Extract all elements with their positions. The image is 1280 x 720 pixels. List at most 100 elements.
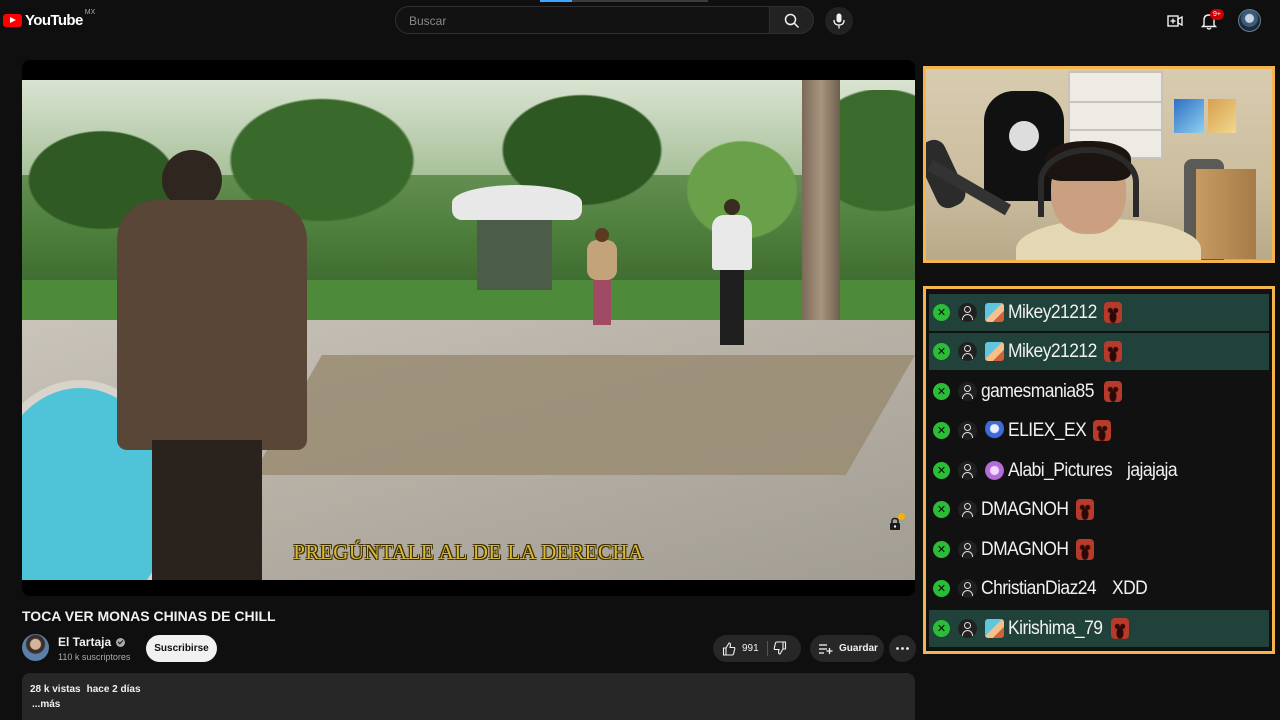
chat-overlay: ✕ Mikey21212 ✕ Mikey21212 ✕ gamesmania85… (923, 286, 1275, 654)
voice-search-button[interactable] (825, 7, 853, 35)
person-icon (958, 619, 977, 638)
like-count: 991 (742, 643, 759, 654)
person-icon (958, 342, 977, 361)
xbox-icon: ✕ (933, 383, 950, 400)
emote-icon (1104, 302, 1123, 323)
chat-message: ✕ DMAGNOH (929, 491, 1269, 528)
anime-avatar-icon (985, 303, 1004, 322)
subscribe-button[interactable]: Suscribirse (146, 635, 217, 662)
xbox-icon: ✕ (933, 620, 950, 637)
notification-count-badge: 9+ (1210, 9, 1224, 20)
xbox-icon: ✕ (933, 580, 950, 597)
description-more-link[interactable]: ...más (32, 699, 60, 710)
search-button[interactable] (770, 6, 814, 34)
search-icon (784, 13, 800, 29)
person-icon (958, 500, 977, 519)
search-input[interactable] (407, 13, 751, 29)
chat-message: ✕ Alabi_Pictures jajajaja (929, 452, 1269, 489)
chat-message: ✕ Kirishima_79 (929, 610, 1269, 647)
person-icon (958, 303, 977, 322)
chat-text: jajajaja (1127, 459, 1178, 481)
video-player[interactable]: PREGÚNTALE AL DE LA DERECHA (22, 60, 915, 596)
emote-icon (1104, 341, 1123, 362)
pedestrian-man (712, 199, 752, 345)
chat-username: ELIEX_EX (1008, 419, 1087, 441)
chat-username: gamesmania85 (981, 380, 1094, 402)
anime-avatar-icon (985, 342, 1004, 361)
channel-avatar[interactable] (22, 634, 49, 661)
chat-username: Mikey21212 (1008, 301, 1097, 323)
xbox-icon: ✕ (933, 541, 950, 558)
streamer-webcam (923, 66, 1275, 263)
video-camera-plus-icon (1167, 15, 1183, 27)
xbox-icon: ✕ (933, 304, 950, 321)
chat-username: Alabi_Pictures (1008, 459, 1113, 481)
chat-username: DMAGNOH (981, 498, 1069, 520)
like-button[interactable]: 991 (713, 635, 767, 662)
emote-icon (1076, 499, 1095, 520)
xbox-icon: ✕ (933, 462, 950, 479)
headphones (1038, 147, 1139, 217)
video-title: TOCA VER MONAS CHINAS DE CHILL (22, 608, 276, 624)
more-actions-button[interactable] (889, 635, 916, 662)
description-stats: 28 k vistas hace 2 días (30, 684, 147, 695)
person-icon (958, 540, 977, 559)
account-avatar[interactable] (1238, 9, 1261, 32)
emote-icon (1076, 539, 1095, 560)
lock-alert-dot (898, 513, 905, 520)
xbox-icon: ✕ (933, 343, 950, 360)
person-icon (958, 579, 977, 598)
thumbs-down-icon (773, 641, 787, 655)
video-subtitle: PREGÚNTALE AL DE LA DERECHA (293, 540, 644, 564)
chat-message: ✕ DMAGNOH (929, 531, 1269, 568)
create-button[interactable] (1164, 10, 1186, 32)
video-frame[interactable]: PREGÚNTALE AL DE LA DERECHA (22, 80, 915, 580)
vendor-umbrella (452, 185, 582, 220)
xbox-icon: ✕ (933, 501, 950, 518)
purple-avatar-icon (985, 461, 1004, 480)
description-box[interactable]: 28 k vistas hace 2 días ...más (22, 673, 915, 720)
anime-avatar-icon (985, 619, 1004, 638)
xbox-icon: ✕ (933, 422, 950, 439)
upload-age: hace 2 días (86, 684, 141, 695)
vendor-cart (477, 220, 552, 290)
chat-username: DMAGNOH (981, 538, 1069, 560)
thumbs-up-icon (722, 641, 736, 656)
youtube-logo[interactable]: YouTube MX (3, 9, 96, 29)
chat-message: ✕ gamesmania85 (929, 373, 1269, 410)
chat-message: ✕ ELIEX_EX (929, 412, 1269, 449)
save-button[interactable]: Guardar (810, 635, 884, 662)
person-icon (958, 421, 977, 440)
subscriber-count: 110 k suscriptores (58, 652, 131, 662)
like-dislike-group: 991 (713, 635, 801, 662)
chat-message: ✕ Mikey21212 (929, 333, 1269, 370)
chat-message: ✕ Mikey21212 (929, 294, 1269, 331)
channel-name-row[interactable]: El Tartaja (58, 635, 126, 649)
logo-text: YouTube (25, 12, 83, 29)
dislike-button[interactable] (773, 641, 791, 657)
more-horizontal-icon (896, 647, 909, 650)
view-count: 28 k vistas (30, 684, 81, 695)
save-label: Guardar (839, 643, 878, 654)
chat-username: ChristianDiaz24 (981, 577, 1097, 599)
chat-message: ✕ ChristianDiaz24 XDD (929, 570, 1269, 607)
logo-region: MX (84, 9, 96, 16)
emote-icon (1103, 381, 1122, 402)
emote-icon (1092, 420, 1111, 441)
chat-username: Kirishima_79 (1008, 617, 1103, 639)
playlist-add-icon (819, 643, 833, 654)
chat-username: Mikey21212 (1008, 340, 1097, 362)
search-box[interactable] (395, 6, 770, 34)
pedestrian-woman (587, 228, 617, 325)
masthead: YouTube MX 9+ (0, 0, 1280, 42)
bot-avatar-icon (985, 421, 1004, 440)
chat-text: XDD (1112, 577, 1148, 599)
emote-icon (1110, 618, 1129, 639)
person-icon (958, 461, 977, 480)
channel-name[interactable]: El Tartaja (58, 635, 111, 649)
reporter-figure (102, 150, 322, 580)
page-load-progress (540, 0, 708, 2)
microphone-icon (833, 13, 845, 29)
verified-check-icon (116, 637, 126, 647)
youtube-play-icon (3, 14, 22, 27)
